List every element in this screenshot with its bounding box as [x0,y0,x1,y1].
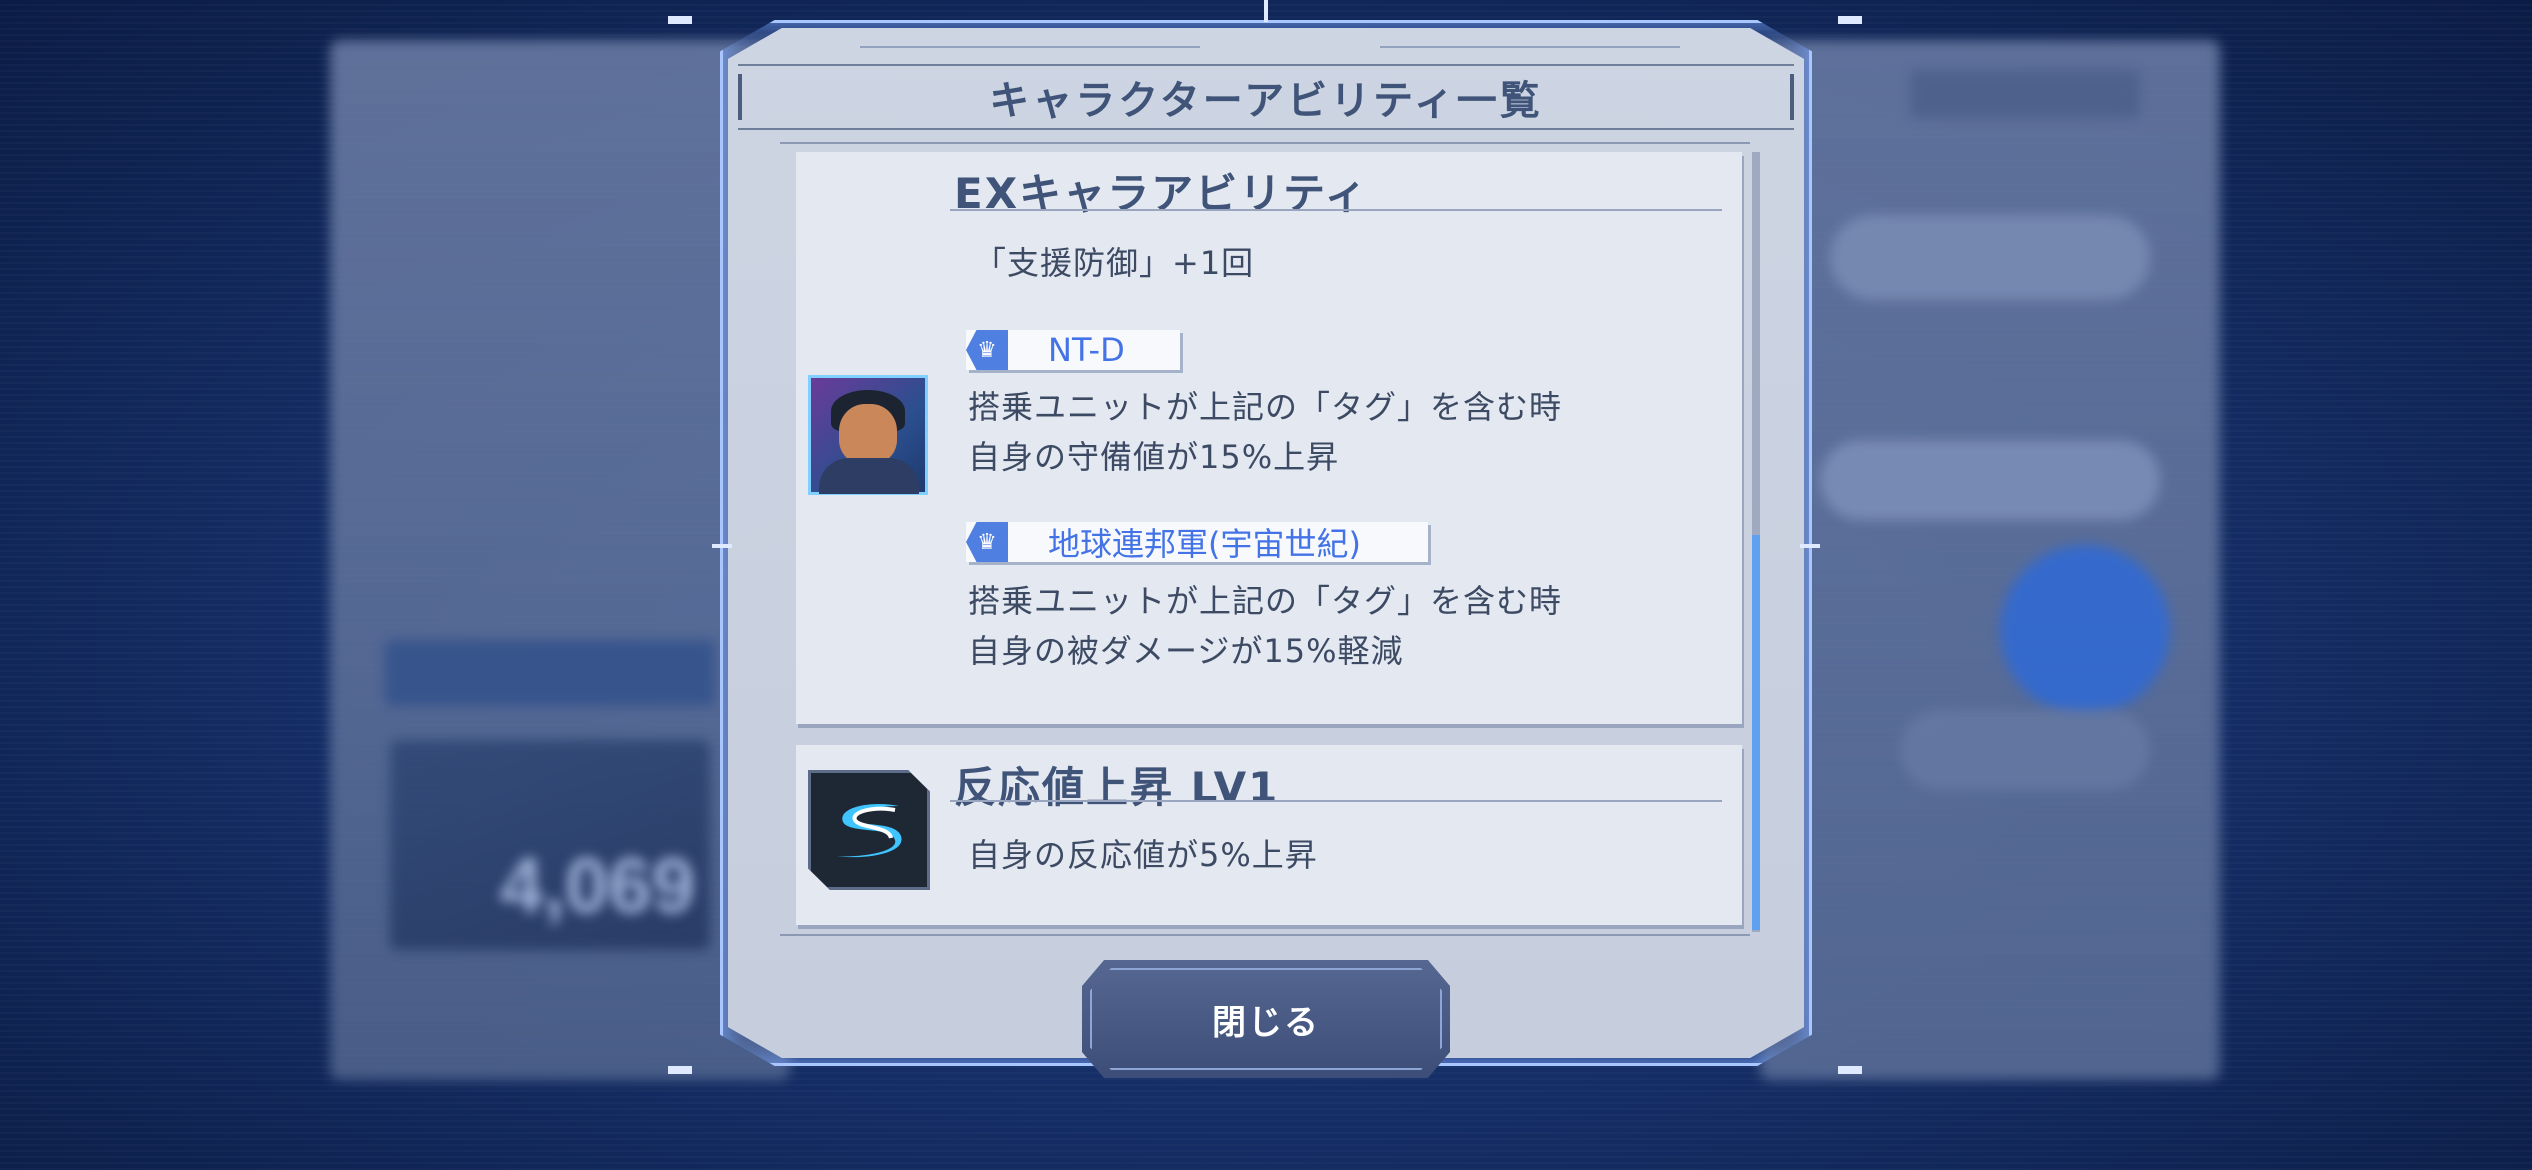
reaction-skill-icon [808,770,930,890]
title-bar-tick [1790,74,1794,120]
list-scrollbar-thumb[interactable] [1752,535,1760,930]
tag-icon: ♛ [966,330,1008,370]
title-decoration-line [860,46,1200,48]
skill-description: 自身の反応値が5%上昇 [968,836,1318,874]
skill-title: 反応値上昇 LV1 [954,763,1280,812]
tag-label: NT-D [1048,331,1125,369]
background-search-pill [1820,440,2160,520]
corner-mark [668,16,692,24]
tag-effect: 自身の被ダメージが15%軽減 [968,632,1404,670]
title-decoration-line [1380,46,1680,48]
corner-mark [1264,0,1268,22]
background-number: 4,069 [500,841,696,929]
background-pill-button [1900,710,2150,790]
tag-condition: 搭乗ユニットが上記の「タグ」を含む時 [968,582,1563,620]
s-swoosh-icon [837,803,902,858]
avatar-face [839,404,897,464]
tag-earth-federation: ♛ 地球連邦軍(宇宙世紀) [966,522,1428,563]
background-level-bar [1830,215,2150,300]
modal-title-bar: キャラクターアビリティ一覧 [738,64,1794,130]
ex-ability-description: 「支援防御」+1回 [974,244,1255,282]
tag-nt-d: ♛ NT-D [966,330,1180,370]
modal-title: キャラクターアビリティ一覧 [989,78,1543,124]
background-right-card [1760,40,2220,1080]
close-button-label: 閉じる [1212,1002,1320,1043]
ex-ability-title: EXキャラアビリティ [954,169,1369,218]
title-bar-tick [738,74,742,120]
section-divider [950,209,1722,211]
background-tab [1910,70,2140,118]
background-circle-button [2000,545,2170,715]
tag-label: 地球連邦軍(宇宙世紀) [1048,525,1361,563]
tag-effect: 自身の守備値が15%上昇 [968,438,1340,476]
corner-mark [668,1066,692,1074]
close-button[interactable]: 閉じる [1082,960,1450,1078]
corner-mark [1838,1066,1862,1074]
corner-mark [1838,16,1862,24]
avatar-suit [819,458,919,494]
corner-mark [1800,544,1820,548]
background-badge [385,640,715,706]
corner-mark [712,544,732,548]
section-divider [950,800,1722,802]
tag-icon: ♛ [966,522,1008,562]
tag-condition: 搭乗ユニットが上記の「タグ」を含む時 [968,388,1563,426]
character-avatar [808,375,928,495]
